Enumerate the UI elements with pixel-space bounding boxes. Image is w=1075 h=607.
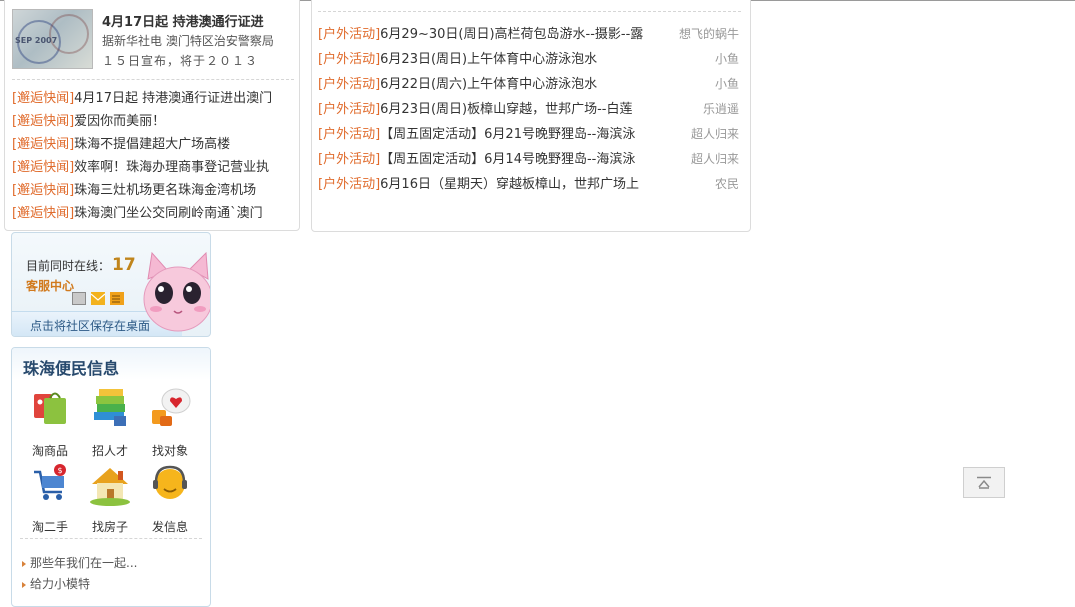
list-item: [户外活动]6月23日(周日)板樟山穿越，世邦广场--白莲 乐逍遥	[318, 97, 743, 122]
news-tag-link[interactable]: [邂逅快闻]	[12, 160, 74, 175]
list-item: [邂逅快闻]珠海不提倡建超大广场高楼	[12, 133, 297, 156]
document-icon[interactable]	[110, 292, 124, 305]
convenience-item-dating[interactable]: 找对象	[142, 386, 198, 459]
list-item: 给力小模特	[20, 574, 137, 595]
news-tag-link[interactable]: [邂逅快闻]	[12, 114, 74, 129]
news-item-link[interactable]: 珠海三灶机场更名珠海金湾机场	[74, 183, 256, 198]
convenience-item-label: 淘商品	[31, 444, 68, 458]
convenience-links: 那些年我们在一起... 给力小模特	[20, 553, 137, 595]
news-thumbnail[interactable]: SEP 2007	[12, 9, 93, 69]
convenience-link[interactable]: 那些年我们在一起...	[30, 556, 137, 570]
activity-title-link[interactable]: 6月16日（星期天）穿越板樟山，世邦广场上	[380, 177, 639, 192]
activity-title-link[interactable]: 【周五固定活动】6月14号晚野狸岛--海滨泳	[380, 152, 635, 167]
convenience-item-label: 招人才	[91, 444, 128, 458]
stamp-mark-secondary	[49, 14, 89, 54]
convenience-item-housing[interactable]: 找房子	[82, 462, 138, 535]
news-item-link[interactable]: 珠海不提倡建超大广场高楼	[74, 137, 230, 152]
activity-title-link[interactable]: 6月22日(周六)上午体育中心游泳泡水	[380, 77, 597, 92]
activity-author-link[interactable]: 小鱼	[715, 72, 739, 97]
list-item: [户外活动]6月29~30日(周日)高栏荷包岛游水--摄影--露 想飞的蜗牛	[318, 22, 743, 47]
news-item-link[interactable]: 珠海澳门坐公交同刷岭南通`澳门	[74, 206, 263, 221]
activity-author-link[interactable]: 超人归来	[691, 147, 739, 172]
activity-title-link[interactable]: 6月23日(周日)板樟山穿越，世邦广场--白莲	[380, 102, 632, 117]
online-status: 目前同时在线： 17	[26, 255, 136, 275]
back-to-top-button[interactable]	[963, 467, 1005, 498]
activity-tag-link[interactable]: [户外活动]	[318, 77, 380, 92]
online-count: 17	[112, 255, 136, 275]
news-tag-link[interactable]: [邂逅快闻]	[12, 137, 74, 152]
convenience-link[interactable]: 给力小模特	[30, 577, 90, 591]
house-icon	[90, 468, 130, 506]
activity-title-link[interactable]: 6月29~30日(周日)高栏荷包岛游水--摄影--露	[380, 27, 643, 42]
list-item: [邂逅快闻]珠海三灶机场更名珠海金湾机场	[12, 179, 297, 202]
news-summary-line: １５日宣布，将于２０１３	[102, 54, 259, 68]
activity-tag-link[interactable]: [户外活动]	[318, 177, 380, 192]
news-tag-link[interactable]: [邂逅快闻]	[12, 206, 74, 221]
activities-list: [户外活动]6月29~30日(周日)高栏荷包岛游水--摄影--露 想飞的蜗牛 [户…	[318, 22, 743, 197]
news-item-link[interactable]: 效率啊！珠海办理商事登记营业执	[74, 160, 269, 175]
list-item: [邂逅快闻]效率啊！珠海办理商事登记营业执	[12, 156, 297, 179]
list-item: [户外活动]6月16日（星期天）穿越板樟山，世邦广场上 农民	[318, 172, 743, 197]
books-icon	[94, 389, 126, 426]
news-panel: SEP 2007 4月17日起 持港澳通行证进 据新华社电 澳门特区治安警察局 …	[4, 0, 300, 231]
news-divider	[12, 79, 294, 80]
convenience-item-jobs[interactable]: 招人才	[82, 386, 138, 459]
print-icon[interactable]	[72, 292, 86, 305]
activity-author-link[interactable]: 乐逍遥	[703, 97, 739, 122]
news-list: [邂逅快闻]4月17日起 持港澳通行证进出澳门 [邂逅快闻]爱因你而美丽！ [邂…	[12, 87, 297, 225]
activity-author-link[interactable]: 想飞的蜗牛	[679, 22, 739, 47]
online-widget: 目前同时在线： 17 客服中心 点击将社区保存在桌面	[11, 232, 211, 337]
convenience-info-panel: 珠海便民信息 淘商品 招人才 找对象 $ 淘二手 找房子 发信息 那些年我们在一…	[11, 347, 211, 607]
cart-icon: $	[34, 464, 66, 500]
activity-title-link[interactable]: 【周五固定活动】6月21号晚野狸岛--海滨泳	[380, 127, 635, 142]
save-to-desktop-link[interactable]: 点击将社区保存在桌面	[30, 317, 150, 334]
activity-author-link[interactable]: 小鱼	[715, 47, 739, 72]
activities-panel: [户外活动]6月29~30日(周日)高栏荷包岛游水--摄影--露 想飞的蜗牛 [户…	[311, 0, 751, 232]
news-item-link[interactable]: 爱因你而美丽！	[74, 114, 165, 129]
convenience-divider	[20, 538, 202, 539]
activity-tag-link[interactable]: [户外活动]	[318, 102, 380, 117]
activity-author-link[interactable]: 农民	[715, 172, 739, 197]
convenience-item-shopping[interactable]: 淘商品	[22, 386, 78, 459]
convenience-item-post[interactable]: 发信息	[142, 462, 198, 535]
activity-tag-link[interactable]: [户外活动]	[318, 127, 380, 142]
list-item: [邂逅快闻]珠海澳门坐公交同刷岭南通`澳门	[12, 202, 297, 225]
activity-tag-link[interactable]: [户外活动]	[318, 152, 380, 167]
mail-icon[interactable]	[90, 292, 106, 305]
activity-tag-link[interactable]: [户外活动]	[318, 27, 380, 42]
convenience-item-label: 发信息	[151, 520, 188, 534]
convenience-item-label: 找对象	[151, 444, 188, 458]
chat-face-icon	[153, 465, 187, 499]
news-summary-line: 据新华社电 澳门特区治安警察局	[102, 34, 274, 48]
service-center-link[interactable]: 客服中心	[26, 277, 74, 294]
list-item: [户外活动]6月22日(周六)上午体育中心游泳泡水 小鱼	[318, 72, 743, 97]
convenience-item-secondhand[interactable]: $ 淘二手	[22, 462, 78, 535]
activities-divider	[318, 11, 741, 12]
list-item: [户外活动]【周五固定活动】6月14号晚野狸岛--海滨泳 超人归来	[318, 147, 743, 172]
news-summary: 据新华社电 澳门特区治安警察局 １５日宣布，将于２０１３	[102, 31, 282, 71]
list-item: [邂逅快闻]4月17日起 持港澳通行证进出澳门	[12, 87, 297, 110]
list-item: 那些年我们在一起...	[20, 553, 137, 574]
activity-title-link[interactable]: 6月23日(周日)上午体育中心游泳泡水	[380, 52, 597, 67]
news-headline[interactable]: 4月17日起 持港澳通行证进	[102, 11, 264, 30]
convenience-item-label: 找房子	[91, 520, 128, 534]
news-tag-link[interactable]: [邂逅快闻]	[12, 183, 74, 198]
contact-icons	[72, 292, 129, 307]
activity-author-link[interactable]: 超人归来	[691, 122, 739, 147]
list-item: [户外活动]6月23日(周日)上午体育中心游泳泡水 小鱼	[318, 47, 743, 72]
heart-bubble-icon	[152, 388, 191, 426]
online-label: 目前同时在线：	[26, 259, 111, 273]
convenience-item-label: 淘二手	[31, 520, 68, 534]
activity-tag-link[interactable]: [户外活动]	[318, 52, 380, 67]
list-item: [户外活动]【周五固定活动】6月21号晚野狸岛--海滨泳 超人归来	[318, 122, 743, 147]
arrow-up-icon	[977, 476, 991, 489]
stamp-text: SEP 2007	[15, 36, 58, 45]
convenience-title: 珠海便民信息	[23, 359, 120, 378]
news-tag-link[interactable]: [邂逅快闻]	[12, 91, 74, 106]
cat-mascot-icon	[143, 251, 210, 332]
news-item-link[interactable]: 4月17日起 持港澳通行证进出澳门	[74, 91, 272, 106]
shopping-bag-icon	[34, 392, 66, 424]
list-item: [邂逅快闻]爱因你而美丽！	[12, 110, 297, 133]
svg-text:$: $	[58, 466, 63, 475]
